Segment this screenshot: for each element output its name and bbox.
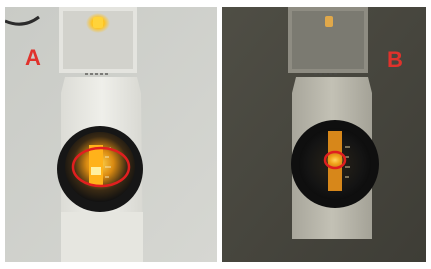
panel-b-scene (222, 7, 426, 262)
panel-a-lamp-bulb (93, 17, 103, 28)
panel-b-label: B (387, 47, 403, 72)
panel-a-label: A (25, 45, 41, 70)
photo-figure: A B (0, 0, 431, 269)
panel-a-instrument-base (61, 212, 143, 262)
panel-b-photo: B (222, 7, 426, 262)
panel-b-lamp-bulb (325, 16, 333, 27)
panel-a-reading-band (89, 145, 103, 185)
panel-a-reading-hotspot (91, 167, 101, 175)
panel-a-photo: A (5, 7, 217, 262)
